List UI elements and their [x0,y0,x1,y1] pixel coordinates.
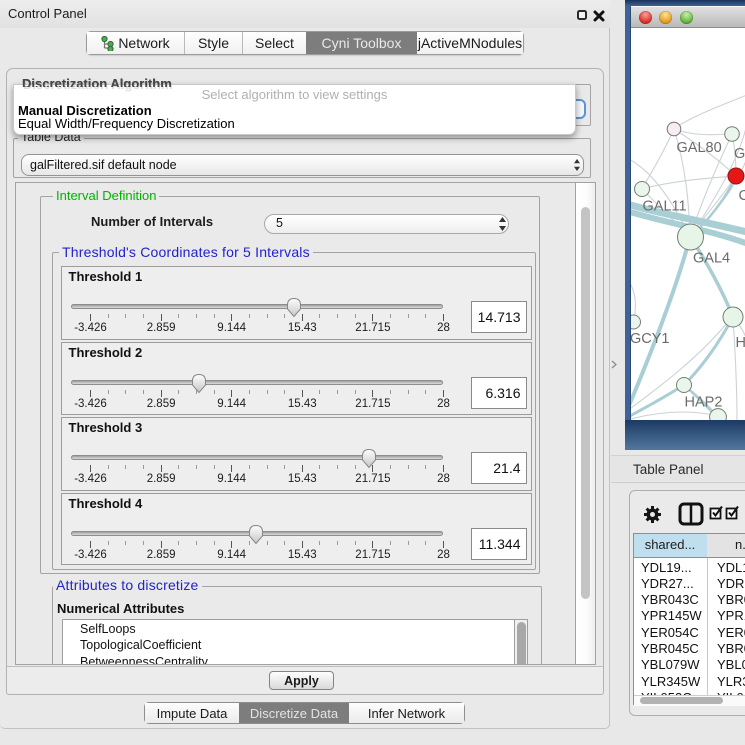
svg-text:GAL80: GAL80 [677,140,722,156]
svg-text:C: C [739,188,745,204]
svg-text:HAP2: HAP2 [685,395,723,411]
svg-text:GAL4: GAL4 [693,251,730,267]
svg-text:GA: GA [734,146,745,162]
svg-text:H: H [736,335,745,351]
svg-text:GAL11: GAL11 [643,199,687,215]
svg-text:GCY1: GCY1 [631,331,670,347]
